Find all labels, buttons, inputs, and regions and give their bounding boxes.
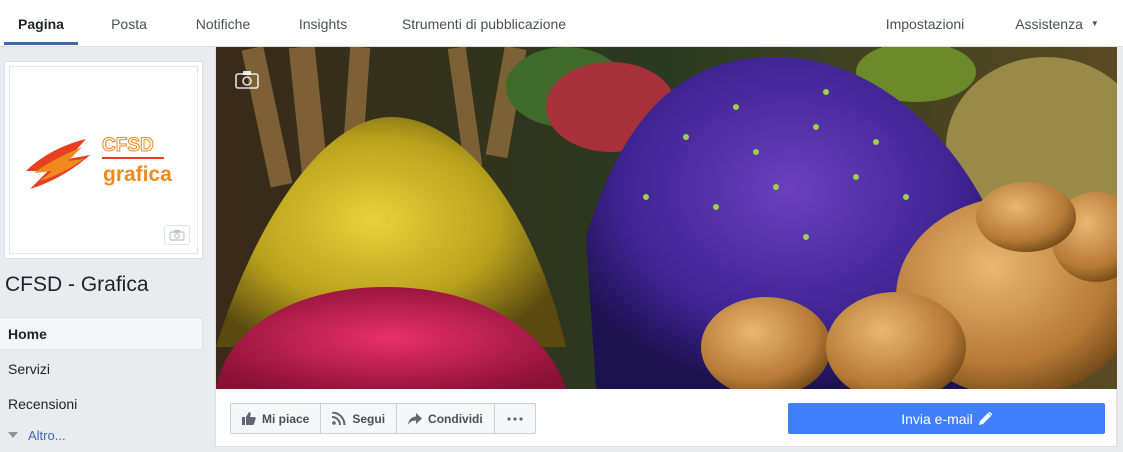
share-label: Condividi	[428, 411, 483, 426]
share-arrow-icon	[408, 412, 423, 425]
camera-icon	[235, 71, 259, 89]
tab-pagina[interactable]: Pagina	[4, 0, 78, 47]
help-menu[interactable]: Assistenza ▼	[1004, 0, 1110, 47]
pencil-icon	[978, 412, 992, 425]
more-options-button[interactable]	[495, 404, 535, 433]
cover-photo-image	[216, 47, 1117, 389]
tab-insights[interactable]: Insights	[285, 0, 361, 47]
sidebar-item-recensioni[interactable]: Recensioni	[0, 387, 203, 420]
cover-photo[interactable]	[216, 47, 1117, 389]
svg-text:grafica: grafica	[103, 163, 172, 186]
cfsd-logo: CFSD grafica	[26, 135, 172, 189]
rss-icon	[332, 412, 346, 425]
page-side-nav: Home Servizi Recensioni Altro...	[0, 317, 203, 450]
send-email-label: Invia e-mail	[901, 410, 973, 427]
send-email-button[interactable]: Invia e-mail	[788, 403, 1105, 434]
sidebar-item-more[interactable]: Altro...	[0, 422, 203, 448]
profile-picture-frame: CFSD grafica	[4, 61, 203, 259]
page-top-nav: Pagina Posta Notifiche Insights Strument…	[0, 0, 1123, 47]
cover-camera-button[interactable]	[235, 69, 259, 89]
tab-publishing-tools[interactable]: Strumenti di pubblicazione	[384, 0, 584, 47]
profile-camera-button[interactable]	[164, 225, 190, 245]
page-action-bar: Mi piace Segui Condividi	[230, 403, 536, 434]
follow-label: Segui	[352, 411, 386, 426]
like-button[interactable]: Mi piace	[231, 404, 322, 433]
page-header-card: Mi piace Segui Condividi Invia e-mail	[215, 47, 1117, 447]
thumbs-up-icon	[242, 412, 256, 425]
tab-posta[interactable]: Posta	[97, 0, 161, 47]
share-button[interactable]: Condividi	[397, 404, 495, 433]
page-title[interactable]: CFSD - Grafica	[5, 273, 149, 297]
triangle-down-icon	[8, 432, 18, 438]
svg-text:CFSD: CFSD	[102, 135, 154, 156]
camera-icon	[169, 230, 185, 241]
profile-picture[interactable]: CFSD grafica	[9, 66, 198, 254]
tab-notifiche[interactable]: Notifiche	[182, 0, 264, 47]
ellipsis-icon	[507, 416, 523, 421]
sidebar-more-label: Altro...	[28, 427, 66, 443]
tab-settings[interactable]: Impostazioni	[872, 0, 978, 47]
follow-button[interactable]: Segui	[321, 404, 398, 433]
sidebar-item-servizi[interactable]: Servizi	[0, 352, 203, 385]
caret-down-icon: ▼	[1090, 19, 1099, 28]
like-label: Mi piace	[262, 411, 310, 426]
help-label: Assistenza	[1015, 15, 1083, 32]
sidebar-item-home[interactable]: Home	[0, 317, 203, 350]
